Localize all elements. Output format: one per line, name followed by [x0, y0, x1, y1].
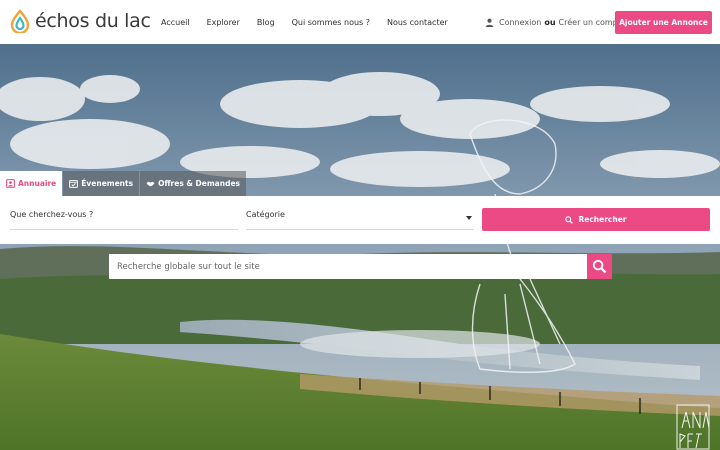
- tab-label: Évenements: [81, 179, 134, 188]
- what-placeholder: Que cherchez-vous ?: [10, 210, 94, 219]
- search-icon: [565, 215, 574, 224]
- tab-evenements[interactable]: Évenements: [63, 171, 140, 196]
- or-separator: ou: [544, 17, 556, 27]
- nav-item-contact[interactable]: Nous contacter: [387, 18, 448, 27]
- search-icon: [592, 259, 607, 274]
- account-links: Connexion ou Créer un compte: [485, 0, 626, 44]
- handshake-icon: [146, 181, 155, 187]
- what-search-input[interactable]: Que cherchez-vous ?: [10, 210, 238, 230]
- site-logo[interactable]: échos du lac: [8, 9, 151, 33]
- search-button[interactable]: Rechercher: [482, 208, 710, 231]
- tab-label: Annuaire: [18, 179, 57, 188]
- caret-down-icon: [466, 216, 472, 220]
- site-header: échos du lac Accueil Explorer Blog Qui s…: [0, 0, 720, 44]
- nav-item-blog[interactable]: Blog: [257, 18, 275, 27]
- category-select[interactable]: Catégorie: [246, 210, 474, 230]
- nav-item-qui-sommes-nous[interactable]: Qui sommes nous ?: [292, 18, 370, 27]
- nav-item-explorer[interactable]: Explorer: [207, 18, 240, 27]
- tab-offres-demandes[interactable]: Offres & Demandes: [140, 171, 246, 196]
- user-icon: [485, 18, 494, 27]
- search-panel: Que cherchez-vous ? Catégorie Rechercher: [0, 196, 720, 244]
- drop-swirl-icon: [10, 9, 30, 33]
- login-link[interactable]: Connexion: [499, 18, 541, 27]
- person-card-icon: [6, 179, 15, 188]
- global-search-input[interactable]: Recherche globale sur tout le site: [109, 254, 587, 279]
- landscape-image: [0, 44, 720, 450]
- nav-item-accueil[interactable]: Accueil: [161, 18, 190, 27]
- global-search-placeholder: Recherche globale sur tout le site: [117, 261, 260, 272]
- hero-background: [0, 44, 720, 450]
- global-search-button[interactable]: [587, 254, 612, 279]
- site-name: échos du lac: [35, 10, 151, 32]
- tab-annuaire[interactable]: Annuaire: [0, 171, 63, 196]
- search-button-label: Rechercher: [578, 215, 627, 224]
- search-tabs: Annuaire Évenements Offres & Demandes: [0, 171, 246, 196]
- calendar-check-icon: [69, 179, 79, 188]
- tab-label: Offres & Demandes: [158, 179, 240, 188]
- add-listing-button[interactable]: Ajouter une Annonce: [615, 11, 712, 34]
- category-placeholder: Catégorie: [246, 210, 285, 219]
- main-nav: Accueil Explorer Blog Qui sommes nous ? …: [161, 0, 465, 44]
- artist-signature-icon: [676, 404, 710, 450]
